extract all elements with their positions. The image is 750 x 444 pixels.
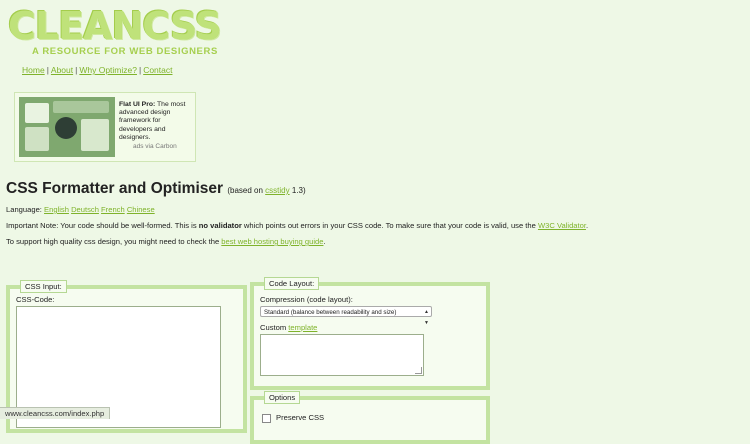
custom-label-text: Custom: [260, 323, 289, 332]
page-title-text: CSS Formatter and Optimiser: [6, 180, 224, 197]
ad-title: Flat UI Pro:: [119, 101, 156, 108]
support-note: To support high quality css design, you …: [6, 237, 326, 246]
diamond-icon: [55, 117, 77, 139]
ad-via-label[interactable]: ads via Carbon: [133, 143, 177, 150]
note-prefix: Important Note: Your code should be well…: [6, 221, 199, 230]
site-logo[interactable]: CLEANCSS A RESOURCE FOR WEB DESIGNERS: [8, 4, 222, 57]
options-legend: Options: [264, 391, 301, 404]
nav-home-link[interactable]: Home: [22, 65, 45, 75]
compression-select[interactable]: Standard (balance between readability an…: [260, 306, 432, 326]
options-fieldset: Options Preserve CSS: [250, 391, 490, 444]
based-on: (based on csstidy 1.3): [227, 186, 305, 195]
note-bold: no validator: [198, 221, 242, 230]
note-suffix: .: [585, 221, 589, 230]
logo-wordmark: CLEANCSS: [8, 4, 222, 48]
nav-separator: |: [75, 65, 78, 75]
compression-value: Standard (balance between readability an…: [264, 309, 397, 316]
important-note: Important Note: Your code should be well…: [6, 221, 588, 230]
compression-label: Compression (code layout):: [260, 295, 353, 304]
language-chinese-link[interactable]: Chinese: [127, 205, 155, 214]
nav-why-optimize-link[interactable]: Why Optimize?: [79, 65, 137, 75]
language-english-link[interactable]: English: [44, 205, 69, 214]
browser-status-bar: www.cleancss.com/index.php: [0, 407, 111, 419]
code-layout-fieldset: Code Layout: Compression (code layout): …: [250, 277, 490, 390]
ad-image[interactable]: [19, 97, 115, 157]
hosting-guide-link[interactable]: best web hosting buying guide: [221, 237, 323, 246]
nav-separator: |: [46, 65, 49, 75]
w3c-validator-link[interactable]: W3C Validator: [538, 221, 586, 230]
select-arrow-icon: ▲ ▼: [424, 309, 429, 326]
css-code-label: CSS-Code:: [16, 295, 55, 304]
note-middle: which points out errors in your CSS code…: [241, 221, 538, 230]
language-french-link[interactable]: French: [101, 205, 125, 214]
language-label: Language:: [6, 205, 42, 214]
page-title: CSS Formatter and Optimiser (based on cs…: [6, 180, 306, 198]
ad-text[interactable]: Flat UI Pro: The most advanced design fr…: [119, 101, 195, 142]
logo-tagline: A RESOURCE FOR WEB DESIGNERS: [32, 46, 218, 57]
language-row: Language: English Deutsch French Chinese: [6, 205, 155, 214]
top-nav: Home | About | Why Optimize? | Contact: [22, 65, 172, 75]
css-input-legend: CSS Input:: [20, 280, 67, 293]
carbon-ad[interactable]: Flat UI Pro: The most advanced design fr…: [14, 92, 196, 162]
support-suffix: .: [323, 237, 326, 246]
language-deutsch-link[interactable]: Deutsch: [71, 205, 99, 214]
template-link[interactable]: template: [288, 323, 317, 332]
nav-about-link[interactable]: About: [51, 65, 73, 75]
support-prefix: To support high quality css design, you …: [6, 237, 222, 246]
csstidy-link[interactable]: csstidy: [265, 186, 289, 195]
nav-separator: |: [138, 65, 142, 75]
custom-template-textarea[interactable]: [260, 334, 424, 376]
nav-contact-link[interactable]: Contact: [143, 65, 172, 75]
preserve-css-checkbox[interactable]: [262, 414, 271, 423]
resize-grip-icon[interactable]: [415, 367, 422, 374]
custom-template-label: Custom template: [260, 323, 317, 332]
based-prefix: (based on: [227, 186, 266, 195]
based-suffix: 1.3): [289, 186, 306, 195]
code-layout-legend: Code Layout:: [264, 277, 320, 290]
